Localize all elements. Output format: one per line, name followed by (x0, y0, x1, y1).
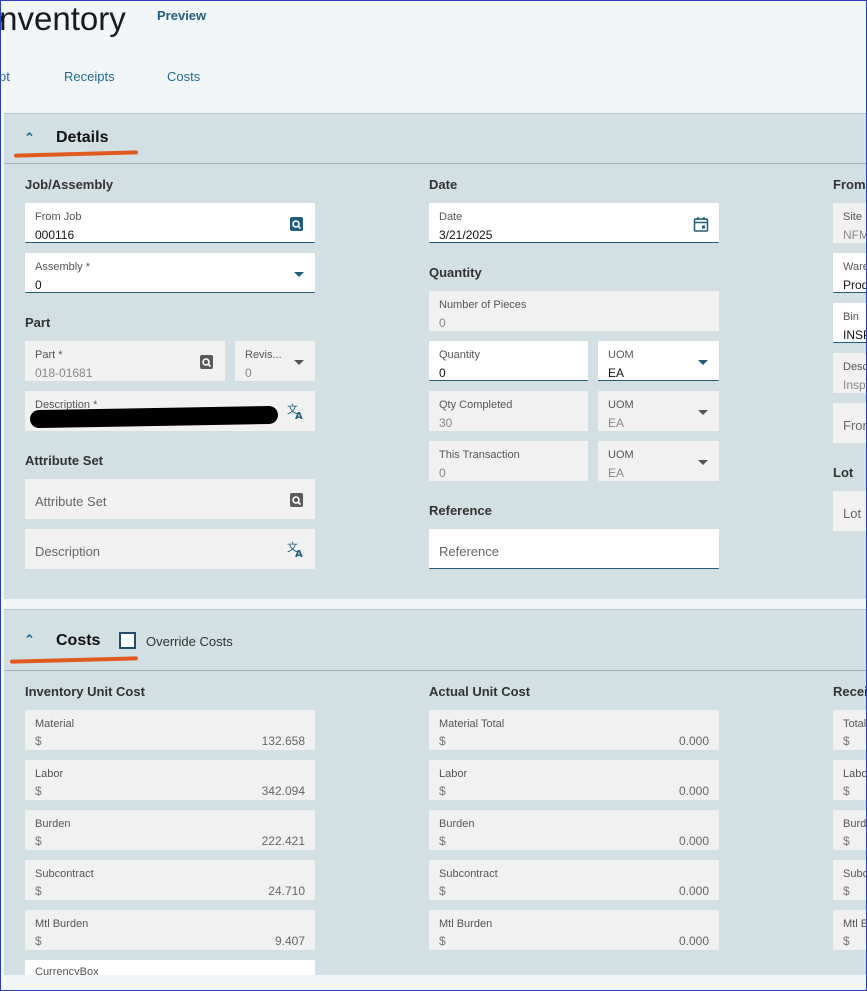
rec-subcontract-cost: Subc $ (833, 860, 867, 900)
search-icon[interactable] (289, 216, 305, 232)
inv-mtl-burden-cost: Mtl Burden $9.407 (25, 910, 315, 950)
tab-receipts[interactable]: Receipts (64, 69, 115, 84)
uom-transaction-dropdown[interactable]: UOM EA (598, 441, 719, 481)
rec-burden-cost: Burd $ (833, 810, 867, 850)
translate-icon[interactable]: 文A (287, 402, 305, 420)
uom-dropdown[interactable]: UOM EA (598, 341, 719, 381)
chevron-down-icon[interactable] (698, 410, 708, 415)
section-divider (4, 670, 867, 671)
act-burden-cost: Burden $0.000 (429, 810, 719, 850)
details-section-title: Details (56, 129, 109, 146)
translate-icon[interactable]: 文A (287, 540, 305, 558)
date-field[interactable]: Date 3/21/2025 (429, 203, 719, 243)
chevron-down-icon[interactable] (698, 460, 708, 465)
act-subcontract-cost: Subcontract $0.000 (429, 860, 719, 900)
reference-field[interactable]: Reference (429, 529, 719, 569)
svg-text:A: A (295, 549, 303, 558)
quantity-group-label: Quantity (429, 265, 482, 280)
svg-text:A: A (295, 411, 303, 420)
quantity-field[interactable]: Quantity 0 (429, 341, 588, 381)
currency-box-field[interactable]: CurrencyBox (25, 960, 315, 975)
attribute-set-group-label: Attribute Set (25, 453, 103, 468)
rec-total-cost: Total $ (833, 710, 867, 750)
part-field[interactable]: Part * 018-01681 (25, 341, 225, 381)
receipt-cost-label: Receiv (833, 684, 867, 699)
calendar-icon[interactable] (693, 216, 709, 232)
reference-group-label: Reference (429, 503, 492, 518)
costs-section-title: Costs (56, 632, 101, 649)
tab-costs[interactable]: Costs (167, 69, 200, 84)
warehouse-field[interactable]: Ware Prod (833, 253, 867, 293)
from-field[interactable]: Fron (833, 403, 867, 443)
assembly-dropdown[interactable]: Assembly * 0 (25, 253, 315, 293)
chevron-down-icon[interactable] (294, 360, 304, 365)
revision-dropdown[interactable]: Revis... 0 (235, 341, 315, 381)
chevron-down-icon[interactable] (294, 272, 304, 277)
lot-field[interactable]: Lot (833, 491, 867, 531)
act-material-total: Material Total $0.000 (429, 710, 719, 750)
date-group-label: Date (429, 177, 458, 192)
section-divider (4, 163, 867, 164)
attribute-description-field[interactable]: Description 文A (25, 529, 315, 569)
preview-badge: Preview (157, 8, 207, 23)
bin-field[interactable]: Bin INSP (833, 303, 867, 343)
rec-mtl-burden-cost: Mtl E $ (833, 910, 867, 950)
inventory-unit-cost-label: Inventory Unit Cost (25, 684, 145, 699)
uom-completed-dropdown[interactable]: UOM EA (598, 391, 719, 431)
inv-burden-cost: Burden $222.421 (25, 810, 315, 850)
page-footer-area (0, 975, 867, 991)
override-costs-checkbox[interactable] (119, 632, 136, 649)
actual-unit-cost-label: Actual Unit Cost (429, 684, 531, 699)
from-group-label: From (833, 177, 866, 192)
rec-labor-cost: Labo $ (833, 760, 867, 800)
act-labor-cost: Labor $0.000 (429, 760, 719, 800)
act-mtl-burden-cost: Mtl Burden $0.000 (429, 910, 719, 950)
job-assembly-group-label: Job/Assembly (25, 177, 114, 192)
number-of-pieces-field: Number of Pieces 0 (429, 291, 719, 331)
page-title: Inventory (0, 0, 126, 37)
inv-subcontract-cost: Subcontract $24.710 (25, 860, 315, 900)
from-job-field[interactable]: From Job 000116 (25, 203, 315, 243)
search-icon[interactable] (289, 492, 305, 508)
chevron-down-icon[interactable] (698, 360, 708, 365)
qty-completed-field: Qty Completed 30 (429, 391, 588, 431)
tab-receipt-partial[interactable]: pt (0, 69, 10, 84)
site-field: Site NFM (833, 203, 867, 243)
collapse-costs-icon[interactable]: ⌃ (24, 632, 35, 648)
inv-material-cost: Material $132.658 (25, 710, 315, 750)
search-icon[interactable] (199, 354, 215, 370)
inv-labor-cost: Labor $342.094 (25, 760, 315, 800)
bin-description-field: Desc Insp (833, 353, 867, 393)
part-group-label: Part (25, 315, 51, 330)
attribute-set-field[interactable]: Attribute Set (25, 479, 315, 519)
override-costs-label: Override Costs (146, 634, 233, 649)
lot-group-label: Lot (833, 465, 854, 480)
this-transaction-field: This Transaction 0 (429, 441, 588, 481)
collapse-details-icon[interactable]: ⌃ (24, 130, 35, 146)
